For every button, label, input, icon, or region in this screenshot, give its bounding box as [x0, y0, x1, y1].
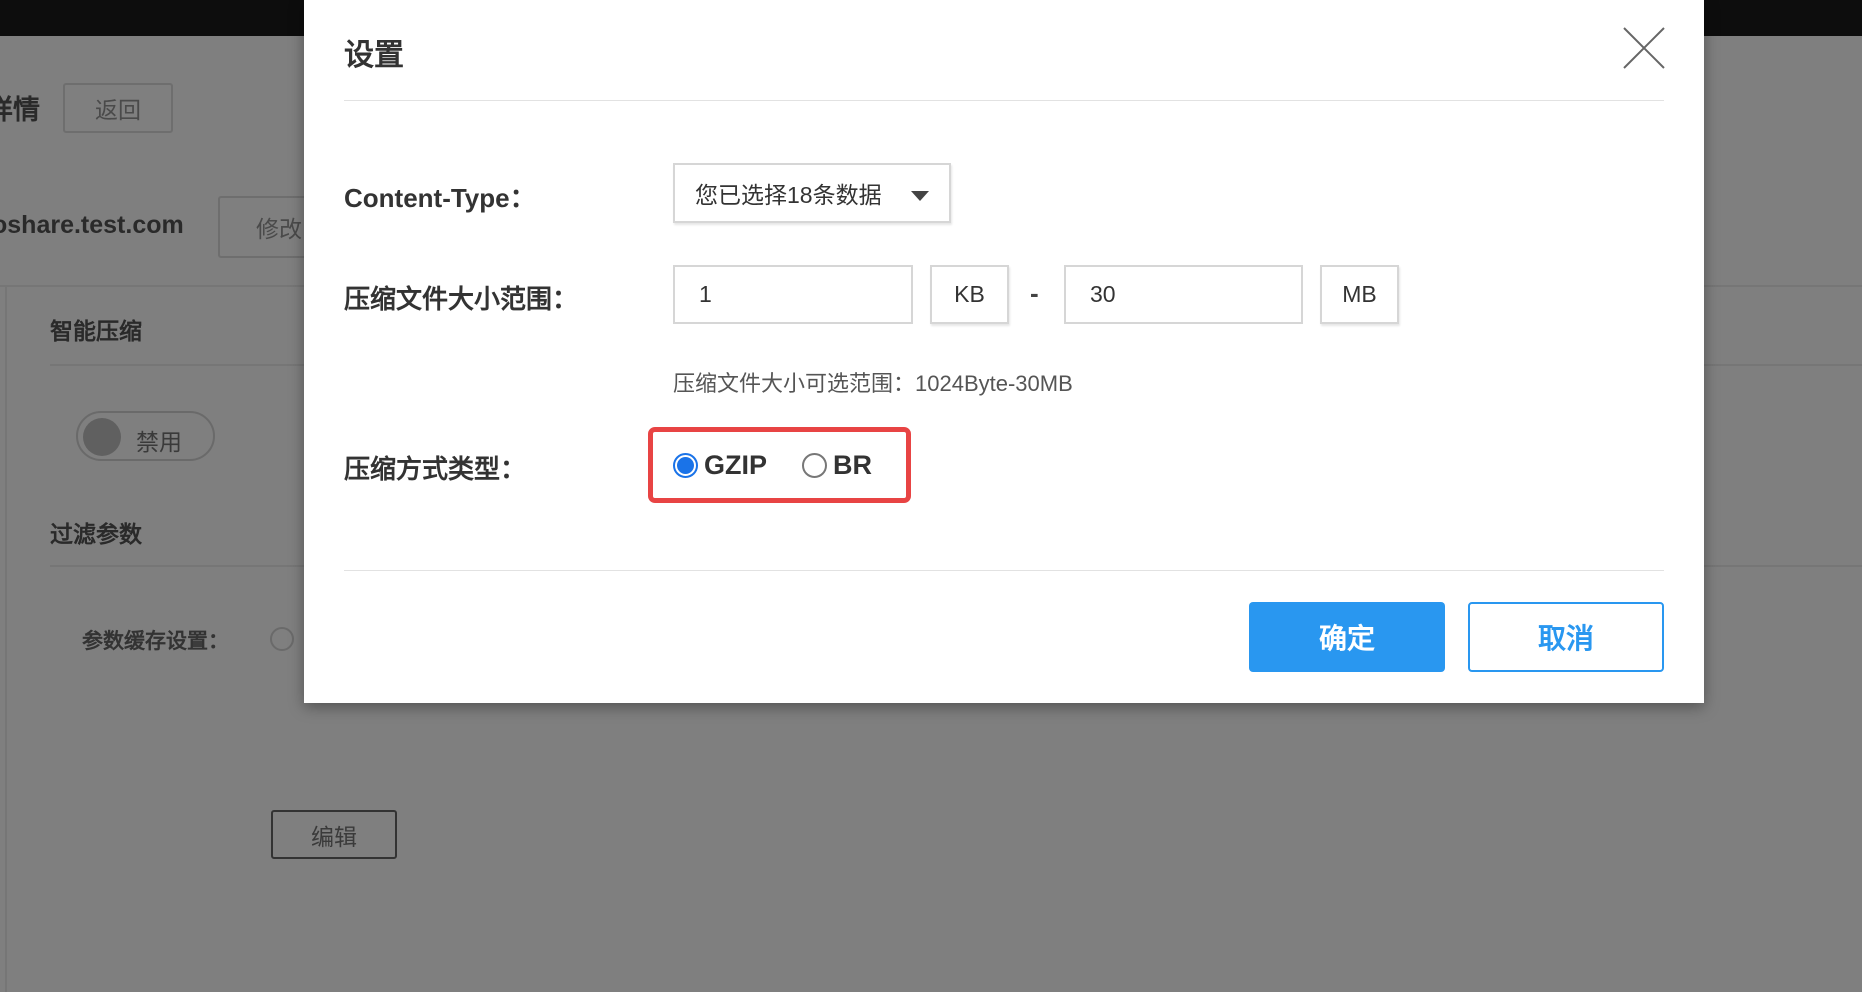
radio-label: BR [833, 450, 872, 480]
content-type-value: 您已选择18条数据 [695, 182, 882, 208]
cancel-button[interactable]: 取消 [1468, 602, 1664, 672]
smart-compress-toggle[interactable]: 禁用 [76, 411, 215, 461]
divider [5, 286, 7, 992]
param-cache-radio[interactable] [270, 627, 294, 651]
min-unit-select[interactable]: KB [930, 265, 1009, 324]
size-hint: 压缩文件大小可选范围：1024Byte-30MB [673, 371, 1073, 396]
section-filter-params: 过滤参数 [50, 521, 142, 547]
section-smart-compress: 智能压缩 [50, 318, 142, 344]
settings-dialog: 设置 Content-Type： 您已选择18条数据 压缩文件大小范围： 1 K… [304, 0, 1704, 703]
radio-label: GZIP [704, 450, 768, 480]
page-title: 详情 [0, 95, 40, 125]
confirm-button[interactable]: 确定 [1249, 602, 1445, 672]
footer-divider [344, 570, 1664, 571]
param-cache-label: 参数缓存设置： [82, 630, 229, 653]
toggle-knob [83, 418, 121, 456]
domain-name: oshare.test.com [0, 211, 184, 239]
radio-unchecked-icon [802, 453, 827, 478]
back-button[interactable]: 返回 [63, 83, 173, 133]
header-divider [344, 100, 1664, 101]
method-label: 压缩方式类型： [344, 454, 527, 484]
method-radio-gzip[interactable]: GZIP [673, 450, 767, 481]
chevron-down-icon [911, 191, 929, 201]
dialog-title: 设置 [344, 39, 404, 72]
close-icon[interactable] [1622, 26, 1666, 70]
content-type-select[interactable]: 您已选择18条数据 [673, 163, 951, 223]
min-size-input[interactable]: 1 [673, 265, 913, 324]
radio-checked-icon [673, 453, 698, 478]
edit-button[interactable]: 编辑 [271, 810, 397, 859]
range-separator: - [1030, 278, 1039, 308]
content-type-label: Content-Type： [344, 183, 536, 213]
max-unit-select[interactable]: MB [1320, 265, 1399, 324]
method-radio-br[interactable]: BR [802, 450, 872, 481]
size-range-label: 压缩文件大小范围： [344, 284, 579, 314]
max-size-input[interactable]: 30 [1064, 265, 1303, 324]
toggle-label: 禁用 [136, 429, 182, 455]
